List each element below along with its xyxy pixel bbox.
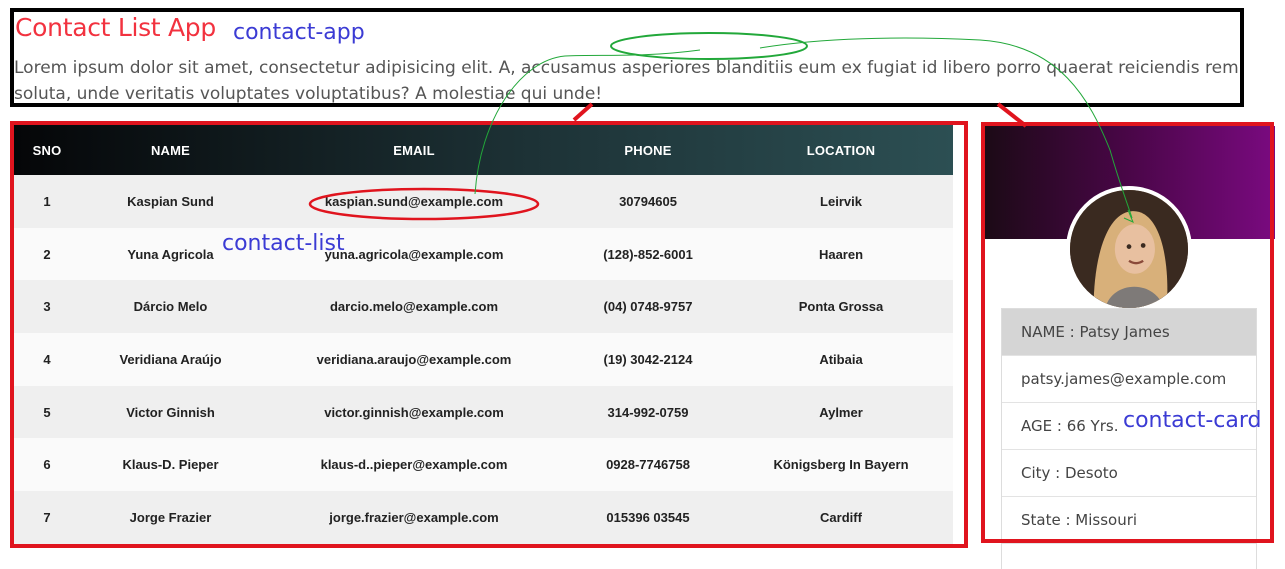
table-row[interactable]: 2 Yuna Agricola yuna.agricola@example.co… (14, 227, 953, 281)
cell-sno: 5 (43, 404, 51, 420)
cell-name: Kaspian Sund (127, 193, 214, 209)
column-header-email[interactable]: EMAIL (261, 125, 567, 175)
column-header-name[interactable]: NAME (80, 125, 261, 175)
connector-app-to-card (996, 102, 1028, 128)
table-body: 1 Kaspian Sund kaspian.sund@example.com … (14, 175, 953, 544)
cell-sno: 6 (43, 457, 51, 473)
contact-list-label: contact-list (222, 231, 345, 256)
card-details-list: NAME : Patsy James patsy.james@example.c… (1001, 308, 1257, 569)
table-row[interactable]: 3 Dárcio Melo darcio.melo@example.com (0… (14, 280, 953, 334)
cell-sno: 4 (43, 351, 51, 367)
cell-location: Haaren (818, 246, 864, 262)
card-city: City : Desoto (1002, 450, 1256, 497)
cell-phone: 0928-7746758 (606, 457, 690, 473)
contact-card-label: contact-card (1123, 408, 1262, 433)
cell-location: Ponta Grossa (798, 299, 884, 315)
cell-location: Königsberg In Bayern (773, 457, 909, 473)
table-row[interactable]: 7 Jorge Frazier jorge.frazier@example.co… (14, 491, 953, 544)
table-row[interactable]: 6 Klaus-D. Pieper klaus-d..pieper@exampl… (14, 438, 953, 492)
cell-email: darcio.melo@example.com (329, 299, 499, 315)
cell-email: victor.ginnish@example.com (324, 404, 504, 420)
cell-name: Veridiana Araújo (119, 351, 222, 367)
card-state: State : Missouri (1002, 497, 1256, 544)
cell-name: Dárcio Melo (133, 299, 208, 315)
cell-phone: (19) 3042-2124 (603, 351, 693, 367)
card-extra-row (1002, 544, 1256, 569)
cell-sno: 3 (43, 299, 51, 315)
cell-sno: 7 (43, 509, 51, 525)
column-header-sno[interactable]: SNO (14, 125, 80, 175)
table-header-row: SNO NAME EMAIL PHONE LOCATION (14, 125, 953, 175)
cell-name: Victor Ginnish (126, 404, 215, 420)
card-email: patsy.james@example.com (1002, 356, 1256, 403)
cell-phone: (04) 0748-9757 (603, 299, 693, 315)
cell-email: veridiana.araujo@example.com (316, 351, 512, 367)
cell-phone: 015396 03545 (606, 509, 690, 525)
column-header-phone[interactable]: PHONE (567, 125, 729, 175)
app-description: Lorem ipsum dolor sit amet, consectetur … (14, 58, 1239, 104)
contact-card: NAME : Patsy James patsy.james@example.c… (985, 126, 1275, 569)
cell-email: kaspian.sund@example.com (324, 193, 504, 209)
contact-table: SNO NAME EMAIL PHONE LOCATION 1 Kaspian … (14, 125, 953, 544)
app-title: Contact List App (15, 13, 216, 42)
contact-app-label: contact-app (233, 20, 365, 45)
cell-location: Atibaia (819, 351, 863, 367)
cell-email: klaus-d..pieper@example.com (320, 457, 508, 473)
cell-location: Leirvik (820, 193, 862, 209)
cell-sno: 1 (43, 193, 51, 209)
cell-location: Aylmer (819, 404, 863, 420)
table-row[interactable]: 5 Victor Ginnish victor.ginnish@example.… (14, 385, 953, 439)
cell-phone: 30794605 (619, 193, 677, 209)
avatar-photo-icon (1070, 190, 1188, 308)
card-name: NAME : Patsy James (1002, 309, 1256, 356)
table-row[interactable]: 1 Kaspian Sund kaspian.sund@example.com … (14, 175, 953, 228)
cell-name: Klaus-D. Pieper (122, 457, 219, 473)
avatar (1066, 186, 1192, 312)
column-header-location[interactable]: LOCATION (729, 125, 953, 175)
table-row[interactable]: 4 Veridiana Araújo veridiana.araujo@exam… (14, 333, 953, 386)
cell-phone: (128)-852-6001 (603, 246, 693, 262)
cell-sno: 2 (43, 246, 51, 262)
cell-email: jorge.frazier@example.com (329, 509, 499, 525)
cell-phone: 314-992-0759 (607, 404, 689, 420)
cell-name: Jorge Frazier (129, 509, 212, 525)
cell-location: Cardiff (820, 509, 862, 525)
